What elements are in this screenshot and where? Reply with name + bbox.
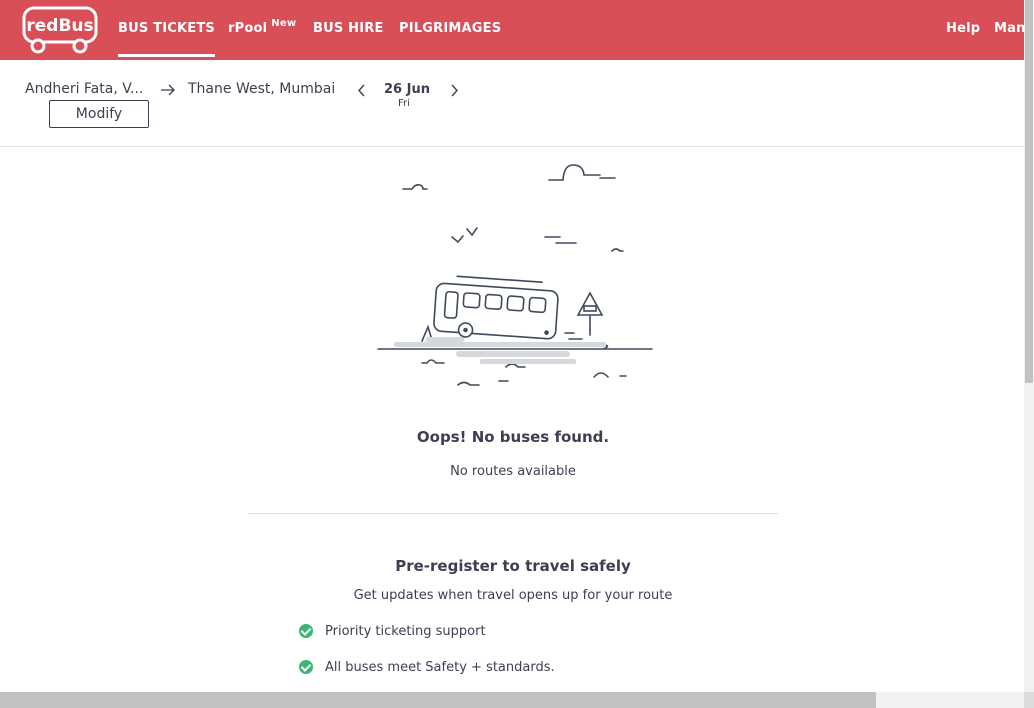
horizontal-scroll-thumb[interactable] bbox=[0, 692, 876, 708]
nav-pilgrimages-label: PILGRIMAGES bbox=[399, 21, 502, 36]
chevron-left-icon[interactable] bbox=[357, 83, 367, 98]
arrow-right-icon bbox=[161, 84, 175, 96]
benefit-item: Priority ticketing support bbox=[325, 624, 486, 639]
benefit-item: All buses meet Safety + standards. bbox=[325, 660, 555, 675]
nav-rpool-label: rPool bbox=[228, 21, 268, 36]
new-badge: New bbox=[271, 18, 297, 29]
nav-bus-hire-label: BUS HIRE bbox=[313, 21, 384, 36]
redbus-logo-icon[interactable]: redBus bbox=[22, 6, 98, 54]
search-summary-bar: Andheri Fata, V... Thane West, Mumbai 26… bbox=[0, 60, 1024, 147]
nav-bus-hire[interactable]: BUS HIRE bbox=[313, 0, 384, 60]
section-divider bbox=[248, 513, 778, 514]
nav-bus-tickets[interactable]: BUS TICKETS bbox=[118, 0, 215, 60]
scrollbar-corner bbox=[1024, 692, 1034, 708]
to-city: Thane West, Mumbai bbox=[188, 81, 336, 97]
preregister-subtitle: Get updates when travel opens up for you… bbox=[353, 588, 673, 603]
check-circle-icon bbox=[299, 624, 313, 638]
journey-date[interactable]: 26 Jun bbox=[384, 82, 430, 97]
nav-rpool[interactable]: rPool New bbox=[228, 0, 296, 60]
nav-help[interactable]: Help bbox=[946, 0, 980, 60]
nav-pilgrimages[interactable]: PILGRIMAGES bbox=[399, 0, 501, 60]
no-routes-subtitle: No routes available bbox=[450, 464, 576, 479]
vertical-scroll-thumb[interactable] bbox=[1025, 0, 1033, 383]
from-city: Andheri Fata, V... bbox=[25, 81, 144, 97]
no-bus-illustration bbox=[377, 164, 653, 386]
preregister-title: Pre-register to travel safely bbox=[395, 557, 631, 575]
journey-day: Fri bbox=[398, 98, 410, 109]
chevron-right-icon[interactable] bbox=[449, 83, 459, 98]
top-header: redBus BUS TICKETS rPool New BUS HIRE PIL… bbox=[0, 0, 1034, 60]
nav-bus-tickets-label: BUS TICKETS bbox=[118, 21, 215, 36]
modify-button[interactable]: Modify bbox=[49, 100, 149, 128]
check-circle-icon bbox=[299, 660, 313, 674]
no-buses-title: Oops! No buses found. bbox=[416, 428, 610, 446]
nav-manage[interactable]: Mana bbox=[994, 0, 1024, 60]
logo-text: redBus bbox=[26, 16, 93, 36]
